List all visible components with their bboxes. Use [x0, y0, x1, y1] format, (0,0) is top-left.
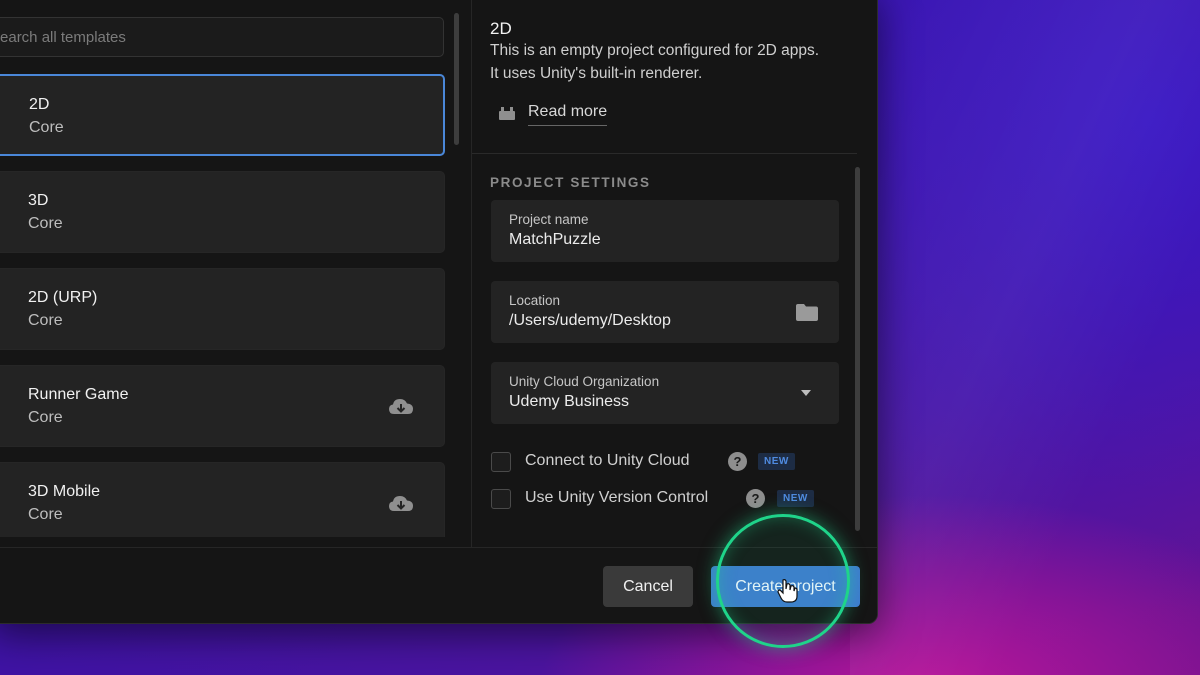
details-scrollbar[interactable] — [855, 167, 860, 531]
template-list-pane: 2D Core 3D Core 2D (URP) Core Runner G — [0, 1, 461, 537]
cancel-button[interactable]: Cancel — [603, 566, 693, 607]
template-category: Core — [28, 506, 63, 523]
template-item-3d[interactable]: 3D Core — [0, 171, 445, 253]
mobile-icon — [0, 483, 8, 523]
location-label: Location — [509, 293, 561, 308]
new-badge: NEW — [777, 490, 814, 507]
new-badge: NEW — [758, 453, 795, 470]
cube-icon — [0, 192, 8, 232]
connect-cloud-label: Connect to Unity Cloud — [525, 452, 690, 469]
template-item-3d-mobile[interactable]: 3D Mobile Core — [0, 462, 445, 537]
template-name: 3D Mobile — [28, 483, 101, 500]
project-name-value[interactable]: MatchPuzzle — [509, 231, 601, 249]
help-icon[interactable]: ? — [728, 452, 747, 471]
section-divider — [472, 153, 857, 154]
2d-urp-icon — [0, 289, 8, 329]
desktop-background — [850, 0, 1200, 675]
help-icon[interactable]: ? — [746, 489, 765, 508]
folder-icon[interactable] — [795, 302, 819, 322]
template-list-scrollbar[interactable] — [454, 13, 459, 145]
cloud-download-icon[interactable] — [388, 494, 414, 514]
template-category: Core — [28, 215, 63, 232]
version-control-label: Use Unity Version Control — [525, 489, 709, 506]
2d-template-icon — [0, 96, 9, 136]
runner-game-icon — [0, 386, 8, 426]
store-icon — [499, 107, 515, 120]
project-name-field[interactable]: Project name MatchPuzzle — [491, 200, 839, 262]
project-name-label: Project name — [509, 212, 589, 227]
template-name: 2D (URP) — [28, 289, 98, 306]
template-item-runner-game[interactable]: Runner Game Core — [0, 365, 445, 447]
template-detail-title: 2D — [490, 19, 512, 38]
organization-value: Udemy Business — [509, 393, 630, 410]
template-name: 2D — [29, 96, 50, 113]
template-name: 3D — [28, 192, 49, 209]
template-name: Runner Game — [28, 386, 129, 403]
organization-label: Unity Cloud Organization — [509, 374, 660, 389]
version-control-checkbox[interactable] — [491, 489, 511, 509]
template-category: Core — [28, 312, 63, 329]
hand-cursor-icon — [777, 579, 798, 603]
template-category: Core — [28, 409, 63, 426]
project-settings-heading: PROJECT SETTINGS — [490, 175, 651, 190]
chevron-down-icon — [801, 390, 811, 396]
read-more-label: Read more — [528, 103, 608, 126]
template-search-box[interactable] — [0, 17, 444, 57]
location-field[interactable]: Location /Users/udemy/Desktop — [491, 281, 839, 343]
connect-cloud-checkbox[interactable] — [491, 452, 511, 472]
template-description: This is an empty project configured for … — [490, 42, 820, 82]
cloud-download-icon[interactable] — [388, 397, 414, 417]
template-search-input[interactable] — [0, 18, 443, 56]
template-item-2d-urp[interactable]: 2D (URP) Core — [0, 268, 445, 350]
organization-dropdown[interactable]: Unity Cloud Organization Udemy Business — [491, 362, 839, 424]
template-category: Core — [29, 119, 64, 136]
template-details-pane: 2D This is an empty project configured f… — [472, 1, 877, 547]
location-value[interactable]: /Users/udemy/Desktop — [509, 312, 671, 330]
template-item-2d[interactable]: 2D Core — [0, 74, 445, 156]
